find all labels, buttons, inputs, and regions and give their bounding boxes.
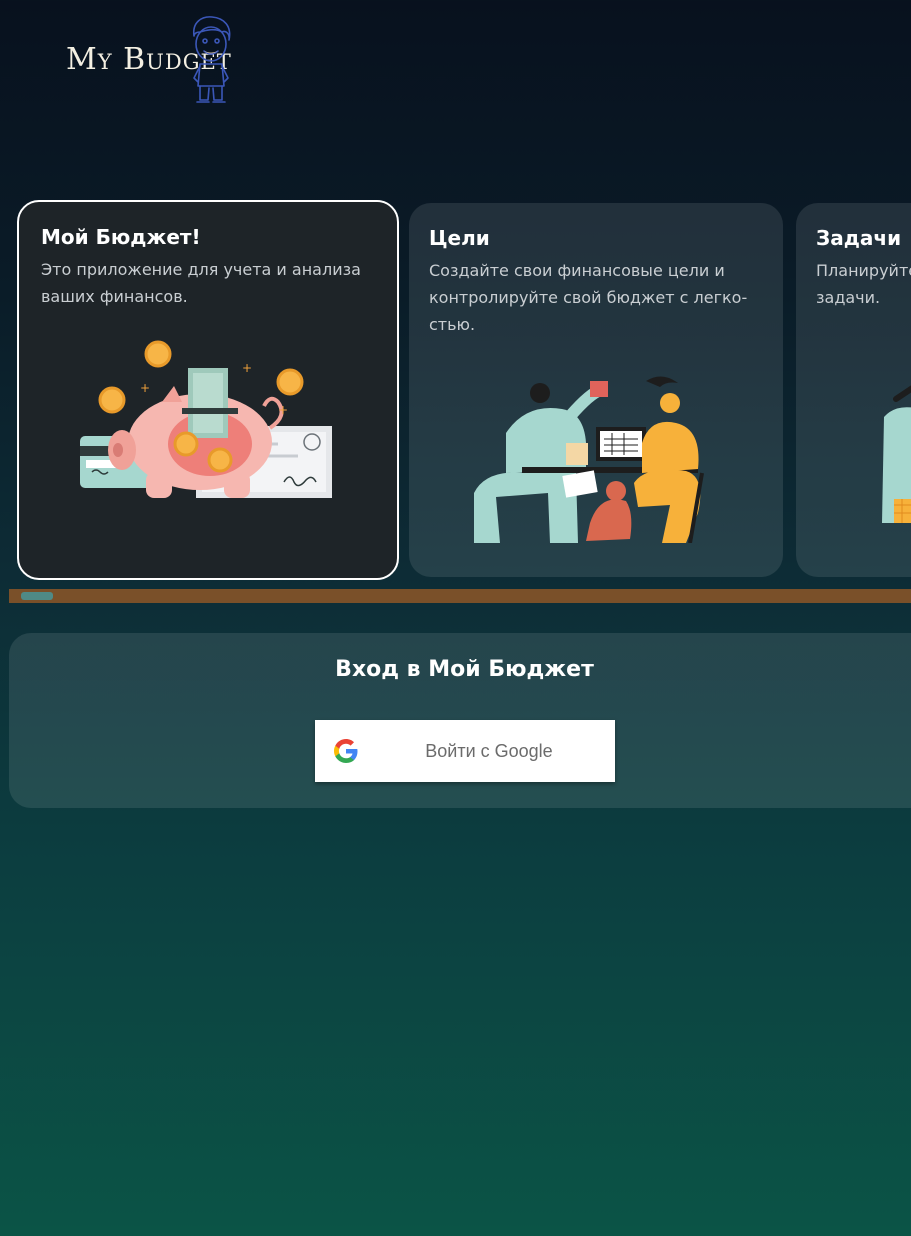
google-signin-label: Войти с Google: [425, 741, 553, 761]
carousel-scrollbar[interactable]: [9, 589, 911, 603]
svg-text:+: +: [140, 381, 150, 395]
piggy-bank-illustration: + + +: [19, 332, 397, 552]
logo[interactable]: My Budget: [66, 14, 246, 106]
feature-card-goals[interactable]: Цели Создайте свои финансовые цели и кон…: [409, 203, 783, 577]
card-title: Мой Бюджет!: [41, 225, 201, 249]
google-signin-button[interactable]: Войти с Google: [315, 720, 615, 782]
header: My Budget: [0, 0, 911, 130]
card-text: Планируйте задачи.: [816, 261, 911, 307]
login-panel: Вход в Мой Бюджет Войти с Google: [9, 633, 911, 808]
feature-card-budget[interactable]: Мой Бюджет! Это приложение для учета и а…: [17, 200, 399, 580]
card-title: Цели: [429, 226, 490, 250]
boy-avatar-icon: [192, 16, 231, 103]
people-planning-illustration: [409, 373, 783, 588]
feature-card-tasks[interactable]: Задачи Планируйте задачи.: [796, 203, 911, 577]
login-title: Вход в Мой Бюджет: [335, 657, 594, 682]
svg-text:+: +: [242, 361, 252, 375]
scrollbar-thumb[interactable]: [21, 592, 53, 600]
google-logo-icon: [334, 739, 358, 763]
card-title: Задачи: [816, 226, 902, 250]
card-text: Создайте свои финансовые цели и контроли…: [429, 261, 748, 334]
svg-text:+: +: [278, 403, 288, 417]
card-text: Это приложение для учета и анализа ваших…: [41, 260, 361, 306]
tasks-illustration: [796, 373, 911, 588]
feature-carousel[interactable]: Мой Бюджет! Это приложение для учета и а…: [0, 196, 911, 588]
